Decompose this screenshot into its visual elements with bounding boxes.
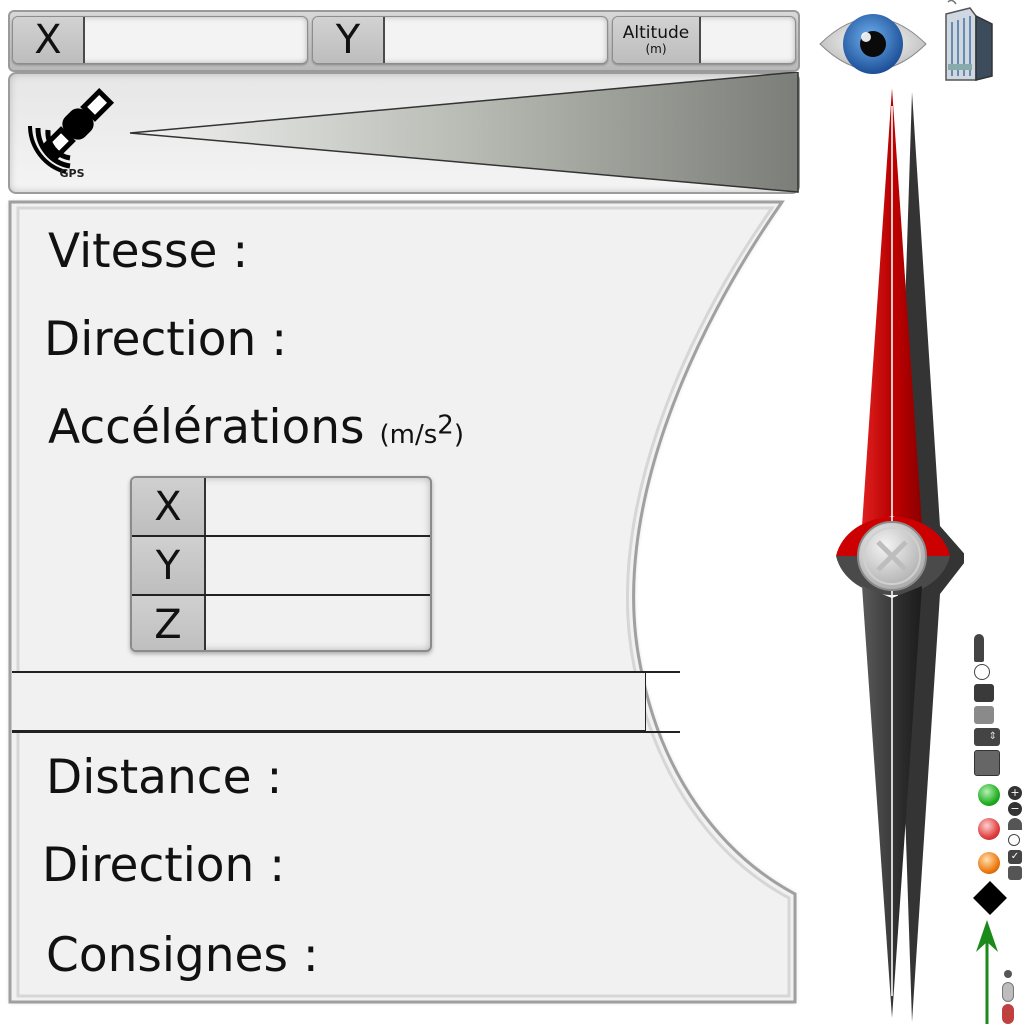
diamond-icon[interactable] — [973, 881, 1007, 915]
tool-strip: ⇕ + − ✓ — [966, 630, 1024, 1024]
accel-y-label: Y — [132, 537, 206, 594]
box-icon[interactable] — [1008, 866, 1022, 880]
y-label: Y — [313, 17, 385, 63]
eye-icon[interactable] — [816, 4, 930, 84]
acceleration-title: Accélérations — [48, 400, 365, 455]
dark-square-icon[interactable] — [974, 684, 994, 702]
accel-x-label: X — [132, 478, 206, 535]
instructions-label: Consignes : — [46, 928, 319, 983]
green-status-icon[interactable] — [978, 784, 1000, 806]
half-circle-icon[interactable] — [1008, 818, 1022, 830]
altitude-field: Altitude (m) — [612, 16, 796, 64]
accel-row-y: Y — [132, 537, 430, 596]
y-coordinate-field: Y — [312, 16, 608, 64]
compass-needle[interactable] — [830, 86, 968, 1024]
altitude-label-box: Altitude (m) — [613, 17, 701, 63]
accel-y-value — [206, 537, 426, 594]
gray-square-icon[interactable] — [974, 706, 994, 724]
gps-label: GPS — [59, 167, 85, 180]
separator-line-bottom — [12, 731, 680, 733]
accel-row-x: X — [132, 478, 430, 537]
pen-tool-icon[interactable] — [974, 634, 984, 662]
toggle-off-icon[interactable] — [1002, 982, 1014, 1002]
altitude-input[interactable] — [701, 17, 795, 63]
acceleration-label: Accélérations (m/s2) — [48, 404, 464, 451]
plus-icon[interactable]: + — [1008, 786, 1022, 800]
circle-tool-icon[interactable] — [974, 664, 990, 680]
direction-label: Direction : — [44, 312, 288, 367]
altitude-unit: (m) — [645, 41, 667, 56]
orange-status-icon[interactable] — [978, 852, 1000, 874]
gps-signal-wedge — [129, 72, 799, 193]
red-status-icon[interactable] — [978, 818, 1000, 840]
toggle-on-icon[interactable] — [1002, 1004, 1014, 1024]
building-icon[interactable] — [940, 0, 1002, 84]
altitude-label: Altitude — [622, 23, 690, 44]
y-input[interactable] — [385, 17, 607, 63]
spinner-icon[interactable]: ⇕ — [974, 728, 1000, 746]
target-direction-label: Direction : — [42, 838, 286, 893]
accel-x-value — [206, 478, 426, 535]
x-label: X — [13, 17, 85, 63]
panel-tool-icon[interactable] — [974, 750, 1000, 776]
separator-strip — [12, 671, 646, 731]
acceleration-unit: (m/s2) — [379, 410, 464, 450]
acceleration-table: X Y Z — [130, 476, 432, 652]
speed-label: Vitesse : — [48, 224, 249, 279]
north-arrow-icon[interactable] — [972, 920, 1002, 1024]
checkbox-icon[interactable]: ✓ — [1008, 850, 1022, 864]
ring-icon[interactable] — [1008, 834, 1020, 846]
coordinate-bar: X Y Altitude (m) — [8, 10, 800, 72]
separator-line-top — [12, 671, 680, 673]
x-coordinate-field: X — [12, 16, 308, 64]
dot-icon[interactable] — [1004, 970, 1012, 978]
minus-icon[interactable]: − — [1008, 802, 1022, 816]
x-input[interactable] — [85, 17, 307, 63]
distance-label: Distance : — [46, 750, 283, 805]
accel-z-label: Z — [132, 596, 206, 650]
accel-row-z: Z — [132, 596, 430, 650]
accel-z-value — [206, 596, 426, 650]
